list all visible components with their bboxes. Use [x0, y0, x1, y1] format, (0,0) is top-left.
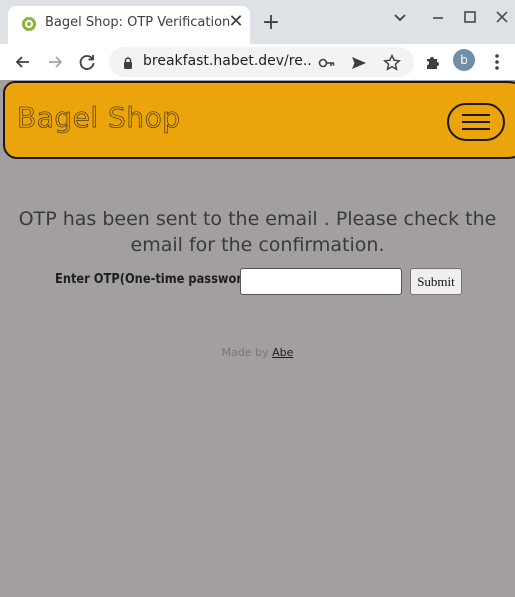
tab-strip: Bagel Shop: OTP Verification ✕ +	[0, 0, 515, 44]
profile-avatar[interactable]: b	[453, 49, 475, 71]
forward-icon[interactable]	[42, 49, 68, 75]
footer: Made by Abe	[0, 346, 515, 359]
brand-logo-text[interactable]: Bagel Shop	[17, 101, 181, 135]
reload-icon[interactable]	[74, 49, 100, 75]
maximize-icon[interactable]	[460, 10, 480, 30]
window-close-icon[interactable]	[492, 10, 512, 30]
footer-made-by: Made by	[221, 346, 269, 359]
chevron-down-icon[interactable]	[390, 10, 410, 30]
tab-title: Bagel Shop: OTP Verification	[45, 15, 231, 30]
close-tab-icon[interactable]: ✕	[226, 12, 246, 32]
key-icon[interactable]	[317, 53, 337, 73]
browser-toolbar: breakfast.habet.dev/re... b	[0, 44, 515, 81]
address-bar[interactable]: breakfast.habet.dev/re...	[109, 47, 414, 77]
hamburger-icon	[462, 114, 490, 116]
site-navbar: Bagel Shop	[3, 81, 515, 159]
otp-form: Enter OTP(One-time password): Submit	[0, 266, 515, 298]
kebab-menu-icon[interactable]	[484, 49, 510, 75]
minimize-icon[interactable]	[428, 10, 448, 30]
submit-button[interactable]: Submit	[410, 268, 462, 295]
otp-label: Enter OTP(One-time password):	[55, 272, 260, 287]
browser-tab[interactable]: Bagel Shop: OTP Verification ✕	[8, 6, 250, 44]
star-icon[interactable]	[382, 53, 402, 73]
page-content: Bagel Shop OTP has been sent to the emai…	[0, 80, 515, 597]
otp-input[interactable]	[240, 268, 402, 295]
url-text[interactable]: breakfast.habet.dev/re...	[143, 53, 313, 69]
hamburger-menu-button[interactable]	[447, 103, 505, 141]
send-icon[interactable]	[349, 53, 369, 73]
lock-icon[interactable]	[121, 55, 135, 69]
back-icon[interactable]	[10, 49, 36, 75]
favicon-icon	[22, 17, 36, 31]
new-tab-button[interactable]: +	[260, 12, 282, 34]
author-link[interactable]: Abe	[272, 346, 293, 359]
hamburger-icon-bar	[462, 121, 490, 123]
hamburger-icon-bar	[462, 128, 490, 130]
puzzle-icon[interactable]	[420, 49, 446, 75]
otp-sent-message: OTP has been sent to the email . Please …	[18, 208, 497, 256]
